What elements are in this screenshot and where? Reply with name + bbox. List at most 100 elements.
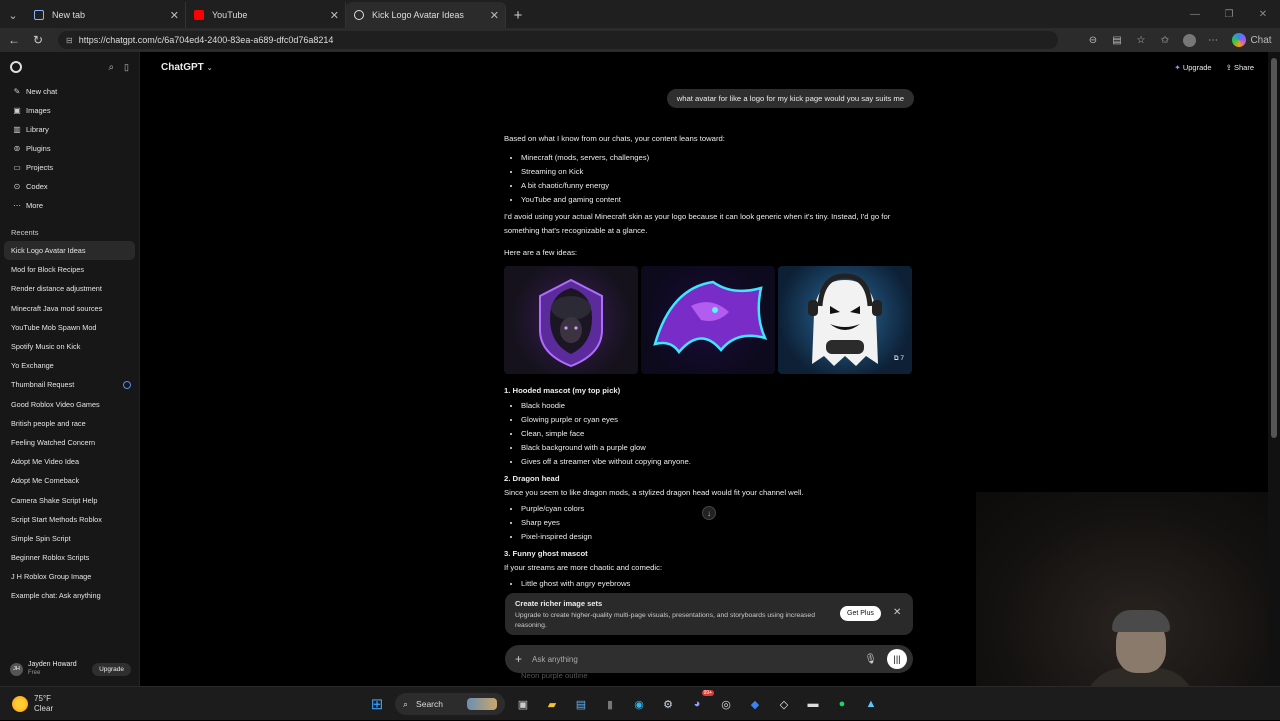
voice-mode-button[interactable]: ||| (887, 649, 907, 669)
maximize-icon[interactable]: ❐ (1212, 0, 1246, 28)
sidebar-item-codex[interactable]: ⊙ Codex (0, 177, 139, 196)
tab-actions-menu-icon[interactable]: ⌄ (0, 2, 26, 28)
roblox-icon[interactable]: ◇ (773, 693, 795, 715)
steam-icon[interactable]: ⚙ (657, 693, 679, 715)
notepad-icon[interactable]: ▤ (570, 693, 592, 715)
sidebar-item-library[interactable]: ▥ Library (0, 120, 139, 139)
tab-label: New tab (52, 10, 86, 20)
sidebar-item-label: New chat (26, 87, 58, 96)
share-button[interactable]: ⇪ Share (1226, 63, 1254, 72)
add-attachment-icon[interactable]: + (515, 652, 522, 666)
recent-chat-item[interactable]: Render distance adjustment (0, 279, 139, 298)
edge-browser-icon[interactable]: ◉ (628, 693, 650, 715)
minimize-icon[interactable]: — (1178, 0, 1212, 28)
zoom-icon[interactable]: ⊖ (1082, 29, 1104, 51)
recent-chat-item[interactable]: Adopt Me Comeback (0, 471, 139, 490)
reload-icon[interactable]: ↻ (26, 28, 50, 52)
sidebar-toggle-icon[interactable]: ▯ (124, 62, 129, 73)
roblox-studio-icon[interactable]: ◆ (744, 693, 766, 715)
search-icon[interactable]: ⌕ (108, 62, 114, 73)
chatgpt-favicon-icon (354, 10, 364, 20)
sidebar-item-projects[interactable]: ▭ Projects (0, 158, 139, 177)
more-options-icon[interactable]: ⋯ (1202, 29, 1224, 51)
composer-input[interactable]: Ask anything (532, 655, 578, 664)
photos-icon[interactable]: ▲ (860, 693, 882, 715)
sidebar-item-more[interactable]: ⋯ More (0, 196, 139, 215)
generated-image-dragon-head[interactable] (641, 266, 775, 374)
recent-chat-item[interactable]: J H Roblox Group Image (0, 567, 139, 586)
file-explorer-icon[interactable]: ▰ (541, 693, 563, 715)
generated-image-ghost-mascot[interactable]: ⧉ 7 (778, 266, 912, 374)
weather-widget[interactable]: 75°F Clear (12, 694, 53, 714)
chatgpt-logo-icon[interactable] (10, 61, 22, 73)
windows-start-icon[interactable]: ⊞ (366, 693, 388, 715)
list-item: A bit chaotic/funny energy (521, 179, 914, 193)
favorites-icon[interactable]: ✩ (1154, 29, 1176, 51)
tab-youtube[interactable]: YouTube ✕ (186, 2, 346, 28)
close-tab-icon[interactable]: ✕ (490, 9, 499, 22)
recent-chat-item[interactable]: YouTube Mob Spawn Mod (0, 318, 139, 337)
message-composer[interactable]: + Ask anything 🎙︎ ||| (505, 645, 913, 673)
obs-icon[interactable]: ◎ (715, 693, 737, 715)
recent-chat-item[interactable]: Simple Spin Script (0, 529, 139, 548)
weather-temp: 75°F (34, 693, 51, 703)
recent-chat-item[interactable]: Good Roblox Video Games (0, 395, 139, 414)
response-advice: I'd avoid using your actual Minecraft sk… (504, 212, 891, 235)
recent-chat-item[interactable]: Script Start Methods Roblox (0, 510, 139, 529)
share-label: Share (1233, 62, 1254, 72)
spotify-icon[interactable]: ● (831, 693, 853, 715)
scroll-to-bottom-button[interactable]: ↓ (702, 506, 716, 520)
recent-chat-item[interactable]: Minecraft Java mod sources (0, 299, 139, 318)
back-icon[interactable]: ← (2, 28, 26, 52)
recent-chat-item[interactable]: Mod for Block Recipes (0, 260, 139, 279)
close-tab-icon[interactable]: ✕ (330, 9, 339, 22)
recent-chat-item[interactable]: British people and race (0, 414, 139, 433)
discord-icon[interactable]: ◕ 99+ (686, 690, 714, 715)
windows-taskbar: 75°F Clear ⊞ ⌕ Search ▣ ▰ ▤ ▮ ◉ ⚙ ◕ 99+ ◎… (0, 686, 1280, 720)
list-item: Clean, simple face (521, 427, 914, 441)
capcut-icon[interactable]: ▬ (802, 693, 824, 715)
recent-chat-item[interactable]: Beginner Roblox Scripts (0, 548, 139, 567)
favorite-star-icon[interactable]: ☆ (1130, 29, 1152, 51)
recent-chat-item[interactable]: Feeling Watched Concern (0, 433, 139, 452)
header-upgrade-button[interactable]: ✦ Upgrade (1174, 63, 1211, 72)
user-info: Jayden Howard Free (28, 660, 77, 678)
sidebar-item-images[interactable]: ▣ Images (0, 101, 139, 120)
task-view-icon[interactable]: ▣ (512, 693, 534, 715)
model-label: ChatGPT (161, 61, 204, 73)
site-info-icon[interactable]: ⊟ (66, 36, 73, 45)
recent-chat-item[interactable]: Camera Shake Script Help (0, 490, 139, 509)
sidebar-item-new-chat[interactable]: ✎ New chat (0, 82, 139, 101)
recent-chat-item[interactable]: Adopt Me Video Idea (0, 452, 139, 471)
recent-chat-item[interactable]: Yo Exchange (0, 356, 139, 375)
page-scrollbar[interactable] (1268, 52, 1280, 686)
close-icon[interactable]: ✕ (893, 607, 901, 618)
model-selector[interactable]: ChatGPT ⌄ (161, 62, 213, 73)
tab-kick-logo-avatar-ideas[interactable]: Kick Logo Avatar Ideas ✕ (346, 2, 506, 28)
terminal-icon[interactable]: ▮ (599, 693, 621, 715)
new-tab-button[interactable]: + (506, 2, 530, 28)
generated-image-hooded-mascot[interactable] (504, 266, 638, 374)
user-account[interactable]: JH Jayden Howard Free Upgrade (10, 660, 131, 678)
copilot-chat-button[interactable]: Chat (1232, 29, 1272, 51)
close-window-icon[interactable]: ✕ (1246, 0, 1280, 28)
browser-tab-bar: ⌄ New tab ✕ YouTube ✕ Kick Logo Avatar I… (0, 0, 1280, 28)
sidebar-item-plugins[interactable]: ⊚ Plugins (0, 139, 139, 158)
tab-new-tab[interactable]: New tab ✕ (26, 2, 186, 28)
image-count-badge[interactable]: ⧉ 7 (894, 352, 904, 366)
recent-chat-item[interactable]: Kick Logo Avatar Ideas (4, 241, 135, 261)
get-plus-button[interactable]: Get Plus (840, 606, 881, 621)
profile-avatar-icon[interactable] (1178, 29, 1200, 51)
sidebar-item-label: Images (26, 106, 51, 115)
close-tab-icon[interactable]: ✕ (170, 9, 179, 22)
sidebar-upgrade-button[interactable]: Upgrade (92, 662, 131, 676)
url-field[interactable]: ⊟ https://chatgpt.com/c/6a704ed4-2400-83… (58, 31, 1058, 49)
microphone-icon[interactable]: 🎙︎ (864, 654, 877, 665)
recent-chat-item[interactable]: Spotify Music on Kick (0, 337, 139, 356)
taskbar-search-label: Search (416, 699, 443, 709)
recent-chat-item-with-indicator[interactable]: Thumbnail Request (0, 375, 139, 394)
reading-view-icon[interactable]: ▤ (1106, 29, 1128, 51)
scrollbar-thumb[interactable] (1271, 58, 1277, 438)
taskbar-search[interactable]: ⌕ Search (395, 693, 505, 715)
recent-chat-item[interactable]: Example chat: Ask anything (0, 586, 139, 605)
